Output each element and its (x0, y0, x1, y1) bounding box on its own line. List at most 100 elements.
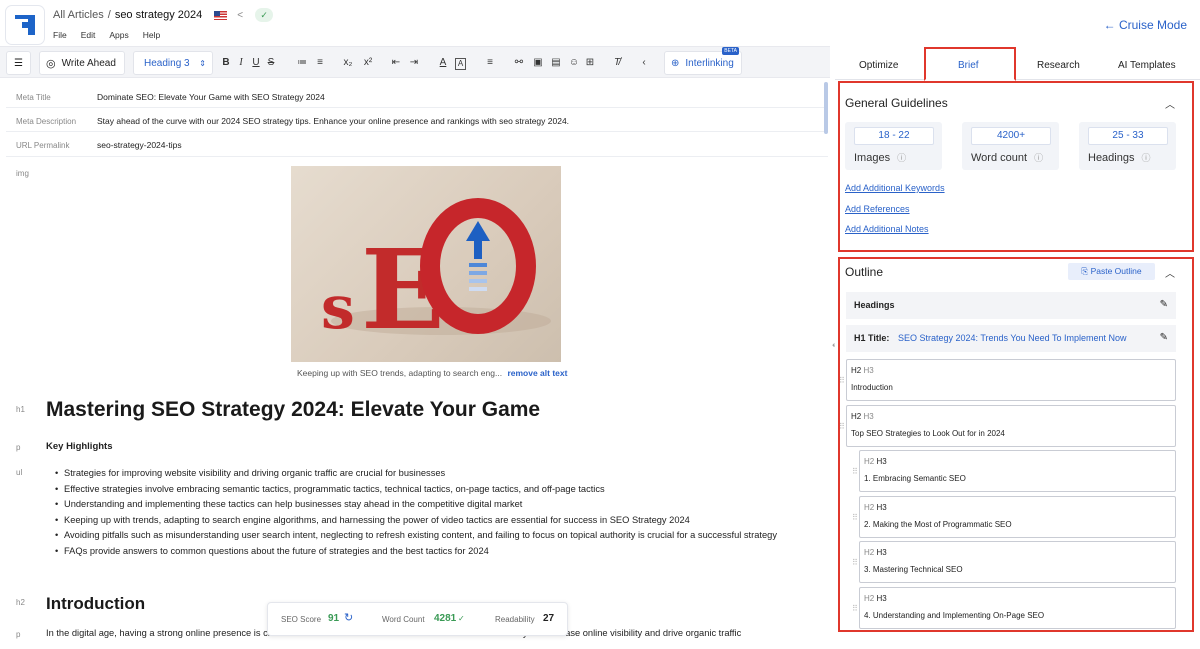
outline-item-text[interactable]: 2. Making the Most of Programmatic SEO (864, 520, 1012, 529)
outline-item-h3[interactable]: ⠿ H2 H3 2. Making the Most of Programmat… (852, 496, 1176, 538)
edit-pencil-icon[interactable]: ✎ (1160, 299, 1168, 310)
images-range: 18 - 22 (854, 127, 934, 145)
superscript-icon[interactable]: x² (362, 56, 374, 70)
list-item[interactable]: FAQs provide answers to common questions… (55, 544, 814, 560)
list-item[interactable]: Effective strategies involve embracing s… (55, 482, 814, 498)
article-title[interactable]: seo strategy 2024 (115, 9, 202, 21)
chevron-up-icon[interactable]: ︿ (1165, 96, 1175, 111)
image-icon[interactable]: ▣ (532, 56, 544, 70)
italic-button[interactable]: I (235, 56, 247, 70)
tab-research[interactable]: Research (1037, 60, 1080, 71)
drag-handle-icon[interactable]: ⠿ (852, 558, 858, 567)
info-icon[interactable]: ⓘ (1142, 153, 1151, 163)
share-icon[interactable]: < (237, 10, 243, 21)
subscript-icon[interactable]: x₂ (342, 56, 354, 70)
info-icon[interactable]: ⓘ (1034, 153, 1043, 163)
chevron-up-icon[interactable]: ︿ (1165, 265, 1175, 280)
meta-description-value[interactable]: Stay ahead of the curve with our 2024 SE… (97, 116, 569, 126)
list-item[interactable]: Keeping up with trends, adapting to sear… (55, 513, 814, 529)
highlight-color-icon[interactable]: A (455, 58, 466, 70)
level-toggle[interactable]: H2 H3 (864, 594, 887, 603)
level-toggle[interactable]: H2 H3 (851, 412, 874, 421)
word-count-label: Word Count (382, 615, 425, 624)
outline-item-h3[interactable]: ⠿ H2 H3 1. Embracing Semantic SEO (852, 450, 1176, 492)
highlights-list[interactable]: Strategies for improving website visibil… (55, 466, 814, 560)
underline-button[interactable]: U (250, 56, 262, 70)
image-alt-text[interactable]: Keeping up with SEO trends, adapting to … (297, 368, 502, 378)
outline-item-text[interactable]: 1. Embracing Semantic SEO (864, 474, 966, 483)
app-logo[interactable] (6, 6, 44, 44)
align-icon[interactable]: ≡ (484, 56, 496, 70)
tab-brief[interactable]: Brief (958, 60, 979, 71)
interlinking-button[interactable]: ⊕ Interlinking BETA (664, 47, 742, 75)
level-toggle[interactable]: H2 H3 (851, 366, 874, 375)
indent-icon[interactable]: ⇥ (408, 56, 420, 70)
write-ahead-button[interactable]: ◎ Write Ahead (39, 51, 125, 75)
h1-title-row: H1 Title: SEO Strategy 2024: Trends You … (846, 325, 1176, 352)
outline-item-text[interactable]: 4. Understanding and Implementing On-Pag… (864, 611, 1044, 620)
emoji-icon[interactable]: ☺ (568, 56, 580, 70)
outline-item-text[interactable]: Introduction (851, 383, 893, 392)
outdent-icon[interactable]: ⇤ (390, 56, 402, 70)
us-flag-icon[interactable] (214, 10, 228, 20)
outline-item-h2[interactable]: ⠿ H2 H3 Top SEO Strategies to Look Out f… (839, 405, 1176, 447)
tab-optimize[interactable]: Optimize (859, 60, 898, 71)
drag-handle-icon[interactable]: ⠿ (852, 513, 858, 522)
menu-file[interactable]: File (53, 30, 67, 40)
paste-outline-button[interactable]: ⎘ Paste Outline (1068, 263, 1155, 280)
outline-item-h3[interactable]: ⠿ H2 H3 3. Mastering Technical SEO (852, 541, 1176, 583)
video-icon[interactable]: ▤ (550, 56, 562, 70)
editor-scrollbar[interactable] (824, 82, 828, 134)
menu-help[interactable]: Help (143, 30, 160, 40)
refresh-icon[interactable]: ↻ (344, 611, 353, 624)
drag-handle-icon[interactable]: ⠿ (852, 604, 858, 613)
editor-area[interactable]: Meta Title Dominate SEO: Elevate Your Ga… (6, 82, 828, 642)
link-icon[interactable]: ⚯ (513, 56, 525, 70)
outline-item-text[interactable]: Top SEO Strategies to Look Out for in 20… (851, 429, 1005, 438)
menu-edit[interactable]: Edit (81, 30, 96, 40)
article-h1[interactable]: Mastering SEO Strategy 2024: Elevate You… (46, 398, 540, 422)
info-icon[interactable]: ⓘ (897, 153, 906, 163)
level-toggle[interactable]: H2 H3 (864, 548, 887, 557)
level-toggle[interactable]: H2 H3 (864, 503, 887, 512)
key-highlights-heading[interactable]: Key Highlights (46, 441, 113, 452)
meta-title-value[interactable]: Dominate SEO: Elevate Your Game with SEO… (97, 92, 325, 102)
add-notes-link[interactable]: Add Additional Notes (845, 224, 929, 234)
drag-handle-icon[interactable]: ⠿ (852, 467, 858, 476)
strikethrough-button[interactable]: S (265, 56, 277, 70)
text-color-icon[interactable]: A (437, 56, 449, 70)
heading-select[interactable]: Heading 3 ⇕ (133, 51, 213, 75)
breadcrumb-root[interactable]: All Articles (53, 9, 104, 21)
cruise-mode-button[interactable]: ← Cruise Mode (1104, 18, 1187, 32)
edit-pencil-icon[interactable]: ✎ (1160, 332, 1168, 343)
h1-title-value[interactable]: SEO Strategy 2024: Trends You Need To Im… (898, 333, 1126, 343)
list-item[interactable]: Understanding and implementing these tac… (55, 497, 814, 513)
table-icon[interactable]: ⊞ (584, 56, 596, 70)
remove-alt-text-link[interactable]: remove alt text (507, 368, 567, 378)
heading-select-value: Heading 3 (144, 57, 190, 69)
tab-ai-templates[interactable]: AI Templates (1118, 60, 1176, 71)
outline-item-h3[interactable]: ⠿ H2 H3 4. Understanding and Implementin… (852, 587, 1176, 629)
seo-article-image[interactable]: s E (291, 166, 561, 362)
list-item[interactable]: Strategies for improving website visibil… (55, 466, 814, 482)
bold-button[interactable]: B (220, 56, 232, 70)
url-permalink-value[interactable]: seo-strategy-2024-tips (97, 140, 182, 150)
level-toggle[interactable]: H2 H3 (864, 457, 887, 466)
seo-score-label: SEO Score (281, 615, 322, 624)
add-references-link[interactable]: Add References (845, 204, 910, 214)
outline-toggle-button[interactable]: ☰ (6, 51, 31, 75)
menu-apps[interactable]: Apps (109, 30, 128, 40)
collapse-toolbar-icon[interactable]: ‹ (638, 56, 650, 70)
outline-item-text[interactable]: 3. Mastering Technical SEO (864, 565, 963, 574)
list-item[interactable]: Avoiding pitfalls such as misunderstandi… (55, 528, 814, 544)
word-count-stat: 4200+ Word count ⓘ (962, 122, 1059, 170)
article-h2[interactable]: Introduction (46, 594, 145, 614)
bullet-list-icon[interactable]: ≡ (314, 56, 326, 70)
clear-format-icon[interactable]: T̸ (611, 56, 623, 70)
add-keywords-link[interactable]: Add Additional Keywords (845, 183, 945, 193)
ordered-list-icon[interactable]: ≔ (296, 56, 308, 70)
outline-item-h2[interactable]: ⠿ H2 H3 Introduction (839, 359, 1176, 401)
readability-label: Readability (495, 615, 535, 624)
drag-handle-icon[interactable]: ⠿ (839, 422, 845, 431)
drag-handle-icon[interactable]: ⠿ (839, 376, 845, 385)
